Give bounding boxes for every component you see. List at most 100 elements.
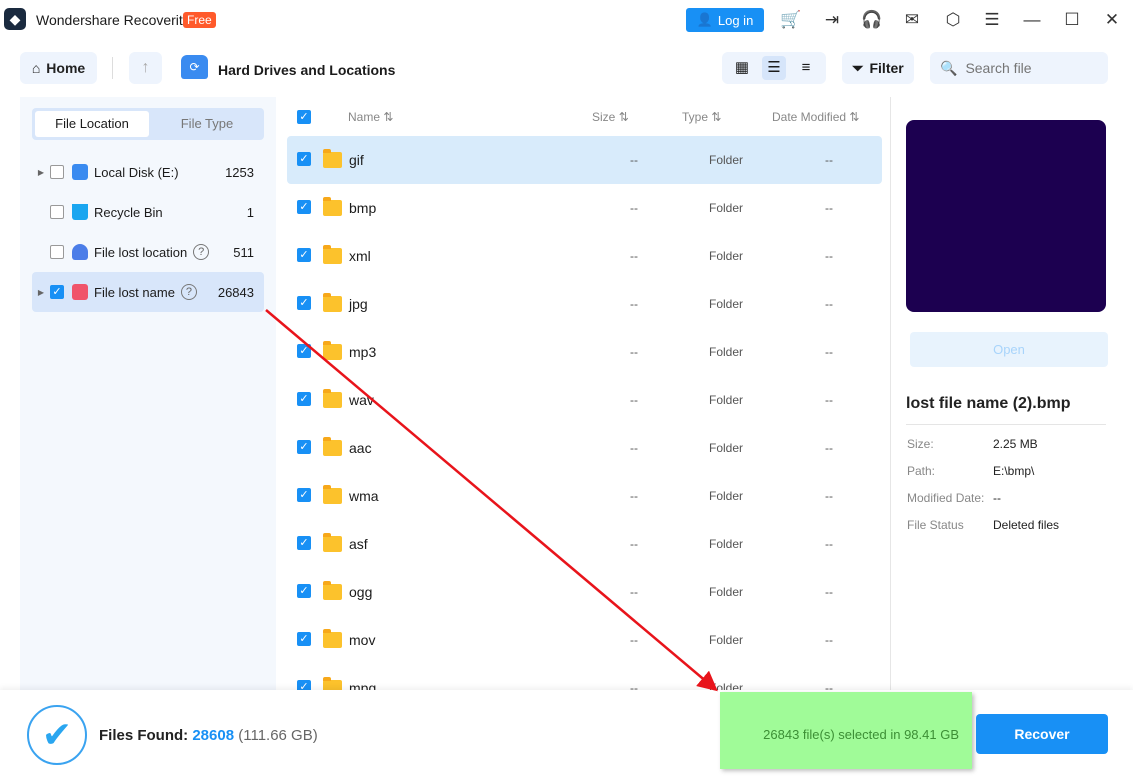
headset-icon[interactable]: 🎧 (861, 9, 883, 31)
row-name: gif (349, 152, 364, 168)
row-type: Folder (709, 153, 744, 167)
column-name[interactable]: Name ⇅ (348, 110, 393, 124)
row-name: mp3 (349, 344, 377, 360)
path-value: E:\bmp\ (993, 464, 1035, 478)
row-size: -- (630, 345, 638, 359)
path-label: Path: (907, 464, 936, 478)
status-value: Deleted files (993, 518, 1060, 532)
table-row[interactable]: ✓ mov -- Folder -- (287, 616, 882, 664)
row-type: Folder (709, 585, 744, 599)
export-icon[interactable]: ⇥ (821, 9, 843, 31)
view-switcher: ▦ ☰ ≡ (722, 52, 826, 84)
row-checkbox[interactable]: ✓ (297, 296, 311, 310)
files-found: Files Found: 28608 (111.66 GB) (99, 727, 318, 744)
row-name: mov (349, 632, 376, 648)
select-all-checkbox[interactable]: ✓ (297, 110, 311, 124)
row-checkbox[interactable]: ✓ (297, 632, 311, 646)
column-size[interactable]: Size ⇅ (592, 110, 629, 124)
column-type[interactable]: Type ⇅ (682, 110, 721, 124)
table-row[interactable]: ✓ wav -- Folder -- (287, 376, 882, 424)
help-icon[interactable]: ? (180, 284, 197, 300)
row-checkbox[interactable]: ✓ (297, 152, 311, 166)
row-checkbox[interactable]: ✓ (297, 392, 311, 406)
row-checkbox[interactable]: ✓ (297, 536, 311, 550)
folder-icon (323, 485, 342, 504)
maximize-icon[interactable]: ☐ (1061, 9, 1083, 31)
row-checkbox[interactable]: ✓ (297, 248, 311, 262)
row-checkbox[interactable]: ✓ (297, 584, 311, 598)
tab-file-type[interactable]: File Type (150, 111, 264, 137)
row-date: -- (825, 537, 833, 551)
selected-summary: 26843 file(s) selected in 98.41 GB (763, 727, 959, 742)
folder-icon (323, 389, 342, 408)
sort-icon: ⇅ (618, 110, 629, 124)
row-checkbox[interactable]: ✓ (297, 344, 311, 358)
item-label: File lost name (94, 284, 175, 300)
row-type: Folder (709, 633, 744, 647)
item-label: Recycle Bin (94, 204, 163, 220)
row-size: -- (630, 489, 638, 503)
checkbox[interactable] (50, 205, 64, 219)
login-button[interactable]: 👤 Log in (686, 8, 764, 32)
checkbox[interactable] (50, 165, 64, 179)
checkbox[interactable] (50, 245, 64, 259)
list-view-icon[interactable]: ≡ (794, 56, 818, 80)
cube-icon[interactable]: ⬡ (942, 9, 964, 31)
close-icon[interactable]: ✕ (1101, 9, 1123, 31)
table-row[interactable]: ✓ wma -- Folder -- (287, 472, 882, 520)
table-row[interactable]: ✓ xml -- Folder -- (287, 232, 882, 280)
table-row[interactable]: ✓ asf -- Folder -- (287, 520, 882, 568)
item-label: File lost location (94, 244, 188, 260)
row-type: Folder (709, 297, 744, 311)
row-checkbox[interactable]: ✓ (297, 440, 311, 454)
checkbox[interactable]: ✓ (50, 285, 64, 299)
column-date[interactable]: Date Modified ⇅ (772, 110, 859, 124)
recover-button[interactable]: Recover (976, 714, 1108, 754)
table-row[interactable]: ✓ bmp -- Folder -- (287, 184, 882, 232)
filter-button[interactable]: ⏷ Filter (842, 52, 914, 84)
up-button[interactable]: ↑ (129, 52, 162, 84)
sidebar-item-local-disk[interactable]: ▶ Local Disk (E:) 1253 (32, 152, 264, 192)
row-date: -- (825, 153, 833, 167)
modified-label: Modified Date: (907, 491, 985, 505)
row-checkbox[interactable]: ✓ (297, 200, 311, 214)
sidebar-item-lost-name[interactable]: ▶ ✓ File lost name ? 26843 (32, 272, 264, 312)
login-label: Log in (717, 12, 754, 28)
sidebar-item-lost-location[interactable]: File lost location ? 511 (32, 232, 264, 272)
sort-icon: ⇅ (711, 110, 722, 124)
home-icon: ⌂ (31, 60, 41, 76)
row-checkbox[interactable]: ✓ (297, 488, 311, 502)
preview-image (906, 120, 1106, 312)
row-name: bmp (349, 200, 377, 216)
expand-icon[interactable]: ▶ (32, 168, 50, 177)
row-size: -- (630, 153, 638, 167)
tab-file-location[interactable]: File Location (35, 111, 149, 137)
expand-icon[interactable]: ▶ (32, 288, 50, 297)
grid-view-icon[interactable]: ▦ (730, 56, 754, 80)
status-label: File Status (907, 518, 964, 532)
item-count: 26843 (217, 284, 254, 300)
folder-icon (323, 293, 342, 312)
row-date: -- (825, 489, 833, 503)
table-row[interactable]: ✓ ogg -- Folder -- (287, 568, 882, 616)
sidebar-tabs: File Location File Type (32, 108, 264, 140)
detail-view-icon[interactable]: ☰ (762, 56, 786, 80)
menu-icon[interactable]: ☰ (981, 9, 1003, 31)
divider (112, 57, 113, 79)
home-button[interactable]: ⌂ Home (20, 52, 97, 84)
drive-icon (72, 164, 88, 180)
open-button[interactable]: Open (910, 332, 1108, 367)
table-row[interactable]: ✓ mp3 -- Folder -- (287, 328, 882, 376)
cart-icon[interactable]: 🛒 (780, 9, 802, 31)
search-input[interactable] (965, 60, 1096, 76)
folder-icon (323, 245, 342, 264)
minimize-icon[interactable]: — (1021, 9, 1043, 31)
table-row[interactable]: ✓ aac -- Folder -- (287, 424, 882, 472)
sort-icon: ⇅ (849, 110, 860, 124)
table-row[interactable]: ✓ jpg -- Folder -- (287, 280, 882, 328)
mail-icon[interactable]: ✉ (901, 9, 923, 31)
hard-drive-icon: ⟳ (181, 55, 208, 79)
help-icon[interactable]: ? (193, 244, 210, 260)
sidebar-item-recycle-bin[interactable]: Recycle Bin 1 (32, 192, 264, 232)
table-row[interactable]: ✓ gif -- Folder -- (287, 136, 882, 184)
